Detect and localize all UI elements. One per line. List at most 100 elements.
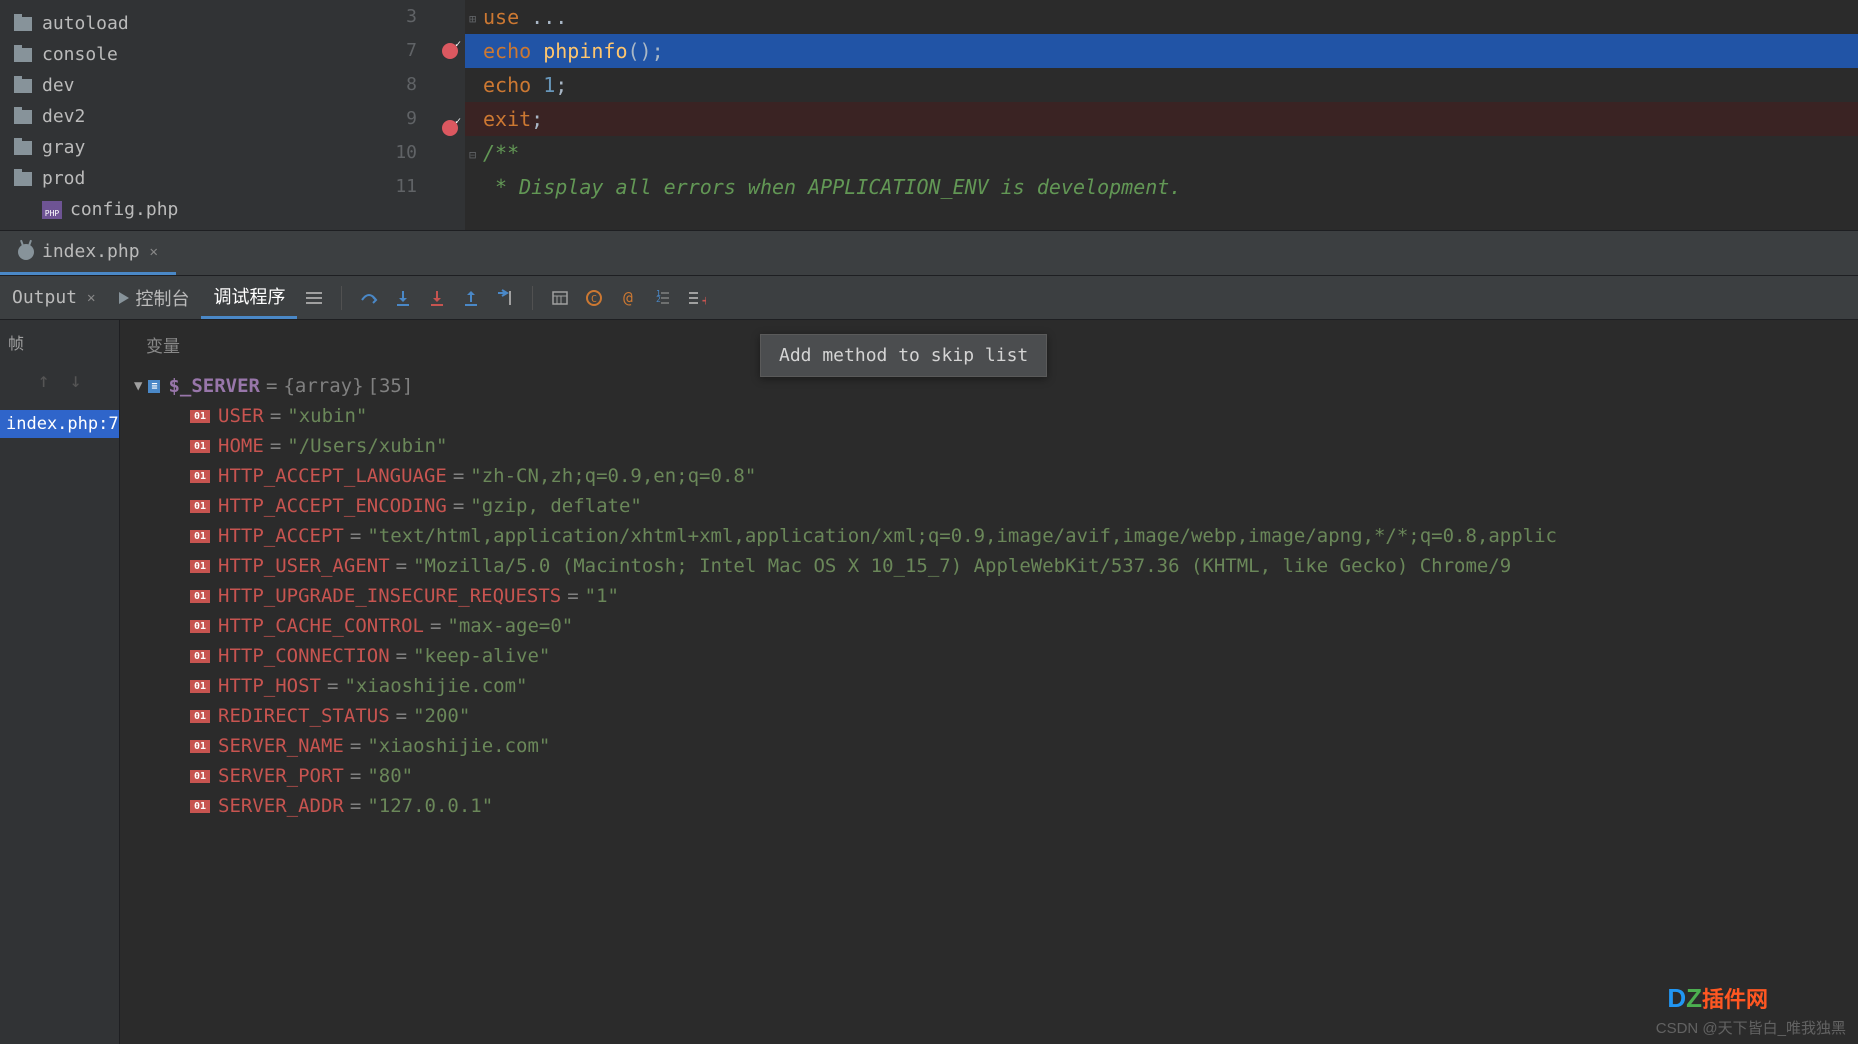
variable-row[interactable]: 01SERVER_ADDR="127.0.0.1" bbox=[134, 791, 1858, 821]
php-file-icon: PHP bbox=[42, 201, 62, 219]
variable-row[interactable]: 01HTTP_ACCEPT="text/html,application/xht… bbox=[134, 521, 1858, 551]
debug-toolbar: Output ✕ 控制台 调试程序 C @ 12 + bbox=[0, 276, 1858, 320]
breakpoint-icon[interactable] bbox=[442, 120, 458, 136]
index-badge-icon: 01 bbox=[190, 710, 210, 723]
variable-row[interactable]: 01HTTP_ACCEPT_ENCODING="gzip, deflate" bbox=[134, 491, 1858, 521]
debug-tabbar: index.php ✕ bbox=[0, 230, 1858, 276]
console-tab[interactable]: 控制台 bbox=[107, 276, 201, 319]
evaluate-expression-icon[interactable] bbox=[543, 281, 577, 315]
tree-label: autoload bbox=[42, 13, 129, 34]
index-badge-icon: 01 bbox=[190, 770, 210, 783]
code-editor[interactable]: 37891011 ⊞use ...echo phpinfo();echo 1;e… bbox=[355, 0, 1858, 230]
frames-panel: 帧 ↑ ↓ index.php:7 bbox=[0, 320, 120, 1044]
variable-row[interactable]: 01USER="xubin" bbox=[134, 401, 1858, 431]
tree-folder[interactable]: dev2 bbox=[0, 101, 355, 132]
sort-icon[interactable]: 12 bbox=[645, 281, 679, 315]
tree-label: dev bbox=[42, 75, 75, 96]
variable-row[interactable]: 01HOME="/Users/xubin" bbox=[134, 431, 1858, 461]
var-key: HTTP_USER_AGENT bbox=[218, 555, 390, 577]
variable-row[interactable]: 01SERVER_PORT="80" bbox=[134, 761, 1858, 791]
var-key: REDIRECT_STATUS bbox=[218, 705, 390, 727]
var-value: "gzip, deflate" bbox=[470, 495, 642, 517]
var-value: "127.0.0.1" bbox=[367, 795, 493, 817]
variable-row[interactable]: 01HTTP_CONNECTION="keep-alive" bbox=[134, 641, 1858, 671]
step-out-icon[interactable] bbox=[454, 281, 488, 315]
tree-folder[interactable]: dev bbox=[0, 70, 355, 101]
var-type: {array} bbox=[283, 375, 363, 397]
run-to-cursor-icon[interactable] bbox=[488, 281, 522, 315]
frames-nav: ↑ ↓ bbox=[0, 354, 119, 410]
var-value: "keep-alive" bbox=[413, 645, 550, 667]
var-count: [35] bbox=[368, 375, 414, 397]
watermark-logo: DZ插件网 bbox=[1667, 982, 1768, 1014]
index-badge-icon: 01 bbox=[190, 440, 210, 453]
folder-icon bbox=[14, 141, 32, 155]
breakpoint-icon[interactable] bbox=[442, 43, 458, 59]
debugger-label: 调试程序 bbox=[213, 283, 285, 309]
frames-header: 帧 bbox=[0, 330, 119, 354]
play-icon bbox=[119, 292, 129, 304]
variable-row[interactable]: 01HTTP_HOST="xiaoshijie.com" bbox=[134, 671, 1858, 701]
debug-panel: 帧 ↑ ↓ index.php:7 变量 ▼ ≡ $_SERVER = {arr… bbox=[0, 320, 1858, 1044]
force-step-into-icon[interactable] bbox=[420, 281, 454, 315]
var-key: HTTP_UPGRADE_INSECURE_REQUESTS bbox=[218, 585, 561, 607]
var-value: "80" bbox=[367, 765, 413, 787]
tree-folder[interactable]: gray bbox=[0, 132, 355, 163]
debugger-tab[interactable]: 调试程序 bbox=[201, 276, 297, 319]
index-badge-icon: 01 bbox=[190, 590, 210, 603]
tree-label: gray bbox=[42, 137, 85, 158]
var-key: HTTP_CONNECTION bbox=[218, 645, 390, 667]
var-value: "xubin" bbox=[287, 405, 367, 427]
folder-icon bbox=[14, 110, 32, 124]
gutter: 37891011 bbox=[355, 0, 435, 230]
folder-icon bbox=[14, 172, 32, 186]
tree-file[interactable]: PHP config.php bbox=[0, 194, 355, 225]
close-icon[interactable]: ✕ bbox=[87, 290, 95, 306]
project-tree: autoload console dev dev2 gray prod PHP c… bbox=[0, 0, 355, 230]
variable-row[interactable]: 01HTTP_CACHE_CONTROL="max-age=0" bbox=[134, 611, 1858, 641]
tree-label: config.php bbox=[70, 199, 178, 220]
code-area[interactable]: ⊞use ...echo phpinfo();echo 1;exit;⊟/** … bbox=[465, 0, 1858, 230]
stack-frame[interactable]: index.php:7 bbox=[0, 410, 119, 438]
variable-row[interactable]: 01SERVER_NAME="xiaoshijie.com" bbox=[134, 731, 1858, 761]
trace-icon[interactable]: C bbox=[577, 281, 611, 315]
layout-icon[interactable] bbox=[297, 281, 331, 315]
arrow-up-icon[interactable]: ↑ bbox=[37, 368, 49, 392]
index-badge-icon: 01 bbox=[190, 500, 210, 513]
svg-text:C: C bbox=[591, 294, 597, 305]
output-tab[interactable]: Output ✕ bbox=[0, 276, 107, 319]
breakpoint-gutter[interactable] bbox=[435, 0, 465, 230]
add-to-skip-list-icon[interactable]: + bbox=[679, 281, 713, 315]
var-key: HTTP_CACHE_CONTROL bbox=[218, 615, 424, 637]
expand-triangle-icon[interactable]: ▼ bbox=[134, 378, 142, 394]
separator bbox=[341, 286, 342, 310]
tree-folder[interactable]: prod bbox=[0, 163, 355, 194]
debug-tab-label: index.php bbox=[42, 241, 140, 262]
var-key: USER bbox=[218, 405, 264, 427]
step-into-icon[interactable] bbox=[386, 281, 420, 315]
tree-label: prod bbox=[42, 168, 85, 189]
tree-label: console bbox=[42, 44, 118, 65]
variable-row[interactable]: 01HTTP_UPGRADE_INSECURE_REQUESTS="1" bbox=[134, 581, 1858, 611]
output-label: Output bbox=[12, 287, 77, 308]
array-badge-icon: ≡ bbox=[148, 380, 160, 393]
variable-row[interactable]: 01REDIRECT_STATUS="200" bbox=[134, 701, 1858, 731]
step-over-icon[interactable] bbox=[352, 281, 386, 315]
tree-folder[interactable]: console bbox=[0, 39, 355, 70]
var-value: "Mozilla/5.0 (Macintosh; Intel Mac OS X … bbox=[413, 555, 1511, 577]
arrow-down-icon[interactable]: ↓ bbox=[70, 368, 82, 392]
debug-session-tab[interactable]: index.php ✕ bbox=[0, 231, 176, 275]
watermark-text: CSDN @天下皆白_唯我独黑 bbox=[1656, 1017, 1846, 1038]
index-badge-icon: 01 bbox=[190, 560, 210, 573]
index-badge-icon: 01 bbox=[190, 620, 210, 633]
tree-label: dev2 bbox=[42, 106, 85, 127]
variable-row[interactable]: 01HTTP_USER_AGENT="Mozilla/5.0 (Macintos… bbox=[134, 551, 1858, 581]
tree-folder[interactable]: autoload bbox=[0, 8, 355, 39]
at-icon[interactable]: @ bbox=[611, 281, 645, 315]
folder-icon bbox=[14, 17, 32, 31]
svg-text:@: @ bbox=[624, 288, 634, 307]
close-icon[interactable]: ✕ bbox=[150, 244, 158, 260]
variable-row[interactable]: 01HTTP_ACCEPT_LANGUAGE="zh-CN,zh;q=0.9,e… bbox=[134, 461, 1858, 491]
var-name: $_SERVER bbox=[168, 375, 260, 397]
index-badge-icon: 01 bbox=[190, 410, 210, 423]
